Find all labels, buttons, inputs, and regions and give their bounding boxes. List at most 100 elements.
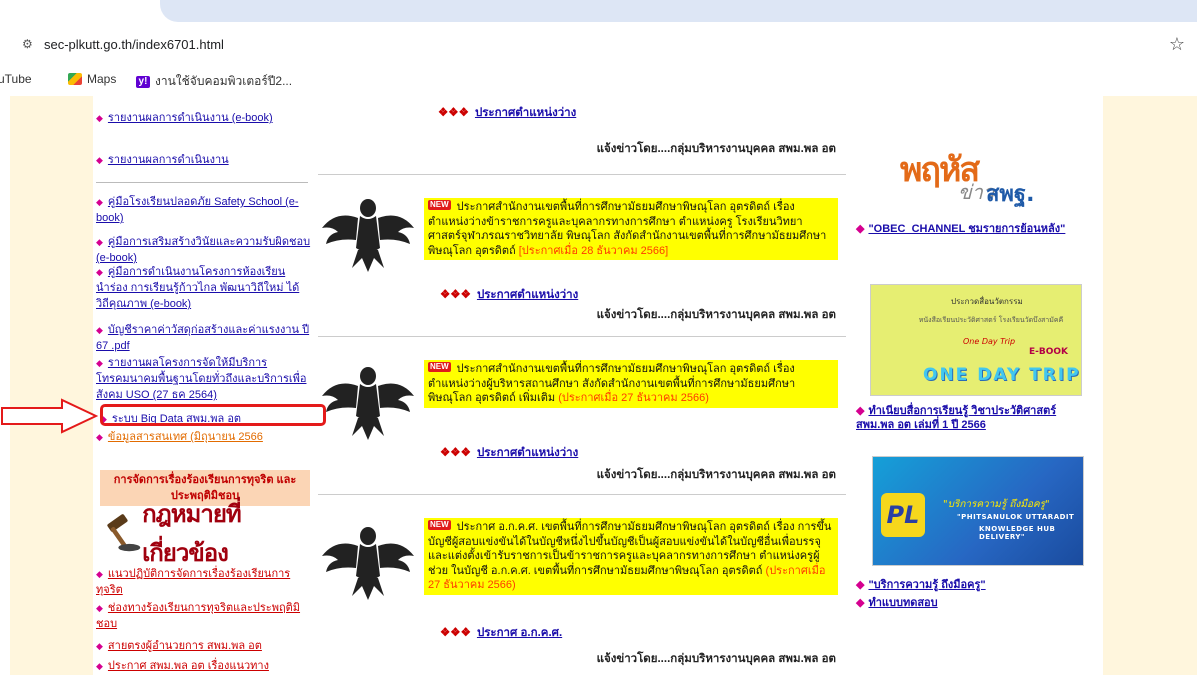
law-banner[interactable]: กฎหมายที่เกี่ยวข้อง <box>102 499 310 567</box>
obec-news-logo[interactable]: พฤหัส ข่าว สพฐ. <box>900 138 1040 208</box>
banner-sub: KNOWLEDGE HUB DELIVERY" <box>979 525 1056 541</box>
post-link-text[interactable]: ประกาศ อ.ก.ค.ศ. <box>477 627 562 639</box>
menu-item[interactable]: ◆ รายงานผลโครงการจัดให้มีบริการโทรคมนาคมพ… <box>96 355 311 403</box>
menu-item[interactable]: ◆ แนวปฏิบัติการจัดการเรื่องร้องเรียนการทุ… <box>96 566 311 598</box>
menu-item[interactable]: ◆ ช่องทางร้องเรียนการทุจริตและประพฤติมิชอ… <box>96 600 311 632</box>
ebook-label: E-BOOK <box>1029 347 1069 357</box>
diamond-bullet-icon: ◆ <box>96 358 103 368</box>
menu-item[interactable]: ◆ บัญชีราคาค่าวัสดุก่อสร้างและค่าแรงงาน ป… <box>96 322 311 354</box>
menu-item[interactable]: ◆ คู่มือการดำเนินงานโครงการห้องเรียนนำร่อ… <box>96 264 311 312</box>
menu-item[interactable]: ◆ รายงานผลการดำเนินงาน <box>96 152 311 168</box>
tab-strip <box>0 0 1197 22</box>
quiz-link[interactable]: ◆ ทำแบบทดสอบ <box>856 596 1096 610</box>
banner-sub: "PHITSANULOK UTTARADIT <box>957 513 1075 521</box>
menu-link[interactable]: ช่องทางร้องเรียนการทุจริตและประพฤติมิชอบ <box>96 602 300 630</box>
link-text[interactable]: ทำแบบทดสอบ <box>868 597 937 609</box>
post-link[interactable]: ❖❖❖ ประกาศตำแหน่งว่าง <box>438 104 576 122</box>
stars-icon: ❖❖❖ <box>440 627 471 639</box>
menu-link[interactable]: รายงานผลการดำเนินงาน <box>108 154 229 166</box>
post-link-text[interactable]: ประกาศตำแหน่งว่าง <box>477 447 578 459</box>
logo-sub: สพฐ. <box>986 182 1035 207</box>
obec-channel-link[interactable]: ◆ "OBEC_CHANNEL ชมรายการย้อนหลัง" <box>856 222 1096 236</box>
menu-item[interactable]: ◆ สายตรงผู้อำนวยการ สพม.พล อต <box>96 638 311 654</box>
diamond-bullet-icon: ◆ <box>96 432 103 442</box>
divider <box>318 494 846 495</box>
divider <box>318 336 846 337</box>
post-link[interactable]: ❖❖❖ ประกาศ อ.ก.ค.ศ. <box>440 624 562 642</box>
garuda-emblem-icon <box>322 527 414 600</box>
pl-logo: PL <box>881 493 925 537</box>
menu-item[interactable]: ◆ รายงานผลการดำเนินงาน (e-book) <box>96 110 311 126</box>
media-catalog-link[interactable]: ◆ ทำเนียบสื่อการเรียนรู้ วิชาประวัติศาสตร… <box>856 404 1096 432</box>
diamond-bullet-icon: ◆ <box>96 113 103 123</box>
post-body[interactable]: NEW ประกาศสำนักงานเขตพื้นที่การศึกษามัธยม… <box>424 198 838 260</box>
diamond-bullet-icon: ◆ <box>96 197 103 207</box>
bookmark-yahoo[interactable]: y! งานใช้จับคอมพิวเตอร์ปี2... <box>136 72 292 91</box>
new-badge: NEW <box>428 200 451 210</box>
post-link[interactable]: ❖❖❖ ประกาศตำแหน่งว่าง <box>440 444 578 462</box>
menu-link[interactable]: รายงานผลโครงการจัดให้มีบริการโทรคมนาคมพื… <box>96 357 306 401</box>
tab-bar <box>160 0 1197 22</box>
diamond-bullet-icon: ◆ <box>96 267 103 277</box>
link-text[interactable]: ทำเนียบสื่อการเรียนรู้ วิชาประวัติศาสตร์… <box>856 405 1056 431</box>
knowledge-hub-banner[interactable]: PL "บริการความรู้ ถึงมือครู" "PHITSANULO… <box>872 456 1084 566</box>
menu-link[interactable]: สายตรงผู้อำนวยการ สพม.พล อต <box>108 640 262 652</box>
gavel-icon <box>107 514 141 552</box>
address-bar[interactable]: ⚙ sec-plkutt.go.th/index6701.html ☆ <box>0 30 1197 62</box>
post-link-text[interactable]: ประกาศตำแหน่งว่าง <box>477 289 578 301</box>
new-badge: NEW <box>428 520 451 530</box>
post-body[interactable]: NEW ประกาศ อ.ก.ค.ศ. เขตพื้นที่การศึกษามัธ… <box>424 518 838 595</box>
diamond-bullet-icon: ◆ <box>96 661 103 671</box>
bookmark-maps[interactable]: Maps <box>68 72 116 86</box>
post-link-text[interactable]: ประกาศตำแหน่งว่าง <box>475 107 576 119</box>
menu-item[interactable]: ◆ คู่มือการเสริมสร้างวินัยและความรับผิดชอ… <box>96 234 311 266</box>
page-margin-right <box>1103 96 1197 675</box>
menu-link[interactable]: คู่มือการเสริมสร้างวินัยและความรับผิดชอบ… <box>96 236 310 264</box>
diamond-bullet-icon: ◆ <box>96 325 103 335</box>
bookmark-label: งานใช้จับคอมพิวเตอร์ปี2... <box>155 74 293 88</box>
maps-icon <box>68 73 82 85</box>
menu-link[interactable]: แนวปฏิบัติการจัดการเรื่องร้องเรียนการทุจ… <box>96 568 290 596</box>
diamond-bullet-icon: ◆ <box>96 237 103 247</box>
garuda-emblem-icon <box>322 199 414 272</box>
link-text[interactable]: "บริการความรู้ ถึงมือครู" <box>868 579 985 591</box>
post-body[interactable]: NEW ประกาศสำนักงานเขตพื้นที่การศึกษามัธยม… <box>424 360 838 408</box>
bookmark-youtube[interactable]: uTube <box>0 72 32 86</box>
bookmark-star-icon[interactable]: ☆ <box>1169 34 1185 55</box>
menu-link[interactable]: ประกาศ สพม.พล อต เรื่องแนวทาง <box>108 660 269 672</box>
diamond-bullet-icon: ◆ <box>96 569 103 579</box>
post-byline: แจ้งข่าวโดย....กลุ่มบริหารงานบุคคล สพม.พ… <box>596 469 836 481</box>
diamond-bullet-icon: ◆ <box>856 579 865 591</box>
menu-link[interactable]: คู่มือการดำเนินงานโครงการห้องเรียนนำร่อง… <box>96 266 299 310</box>
post-date: [ประกาศเมื่อ 28 ธันวาคม 2566] <box>518 244 669 257</box>
diamond-bullet-icon: ◆ <box>856 223 865 235</box>
post-byline: แจ้งข่าวโดย....กลุ่มบริหารงานบุคคล สพม.พ… <box>596 653 836 665</box>
site-settings-icon[interactable]: ⚙ <box>22 37 33 51</box>
diamond-bullet-icon: ◆ <box>96 155 103 165</box>
url-text[interactable]: sec-plkutt.go.th/index6701.html <box>44 37 224 52</box>
menu-link[interactable]: คู่มือโรงเรียนปลอดภัย Safety School (e-b… <box>96 196 299 224</box>
diamond-bullet-icon: ◆ <box>96 641 103 651</box>
diamond-bullet-icon: ◆ <box>96 603 103 613</box>
yahoo-icon: y! <box>136 75 150 88</box>
knowledge-service-link[interactable]: ◆ "บริการความรู้ ถึงมือครู" <box>856 578 1096 592</box>
post-byline: แจ้งข่าวโดย....กลุ่มบริหารงานบุคคล สพม.พ… <box>596 143 836 155</box>
banner-big-text: ONE DAY TRIP <box>923 365 1081 385</box>
menu-link[interactable]: รายงานผลการดำเนินงาน (e-book) <box>108 112 273 124</box>
one-day-trip-banner[interactable]: ประกวดสื่อนวัตกรรม หนังสือเรียนประวัติศา… <box>870 284 1082 396</box>
law-title: กฎหมายที่เกี่ยวข้อง <box>142 499 242 567</box>
banner-title: "บริการความรู้ ถึงมือครู" <box>943 499 1050 510</box>
menu-item[interactable]: ◆ ประกาศ สพม.พล อต เรื่องแนวทาง <box>96 658 311 674</box>
divider <box>318 174 846 175</box>
bookmark-label: uTube <box>0 72 32 86</box>
banner-sub: หนังสือเรียนประวัติศาสตร์ โรงเรียนวัดบึง… <box>918 316 1064 324</box>
link-text[interactable]: "OBEC_CHANNEL ชมรายการย้อนหลัง" <box>868 223 1065 235</box>
post-byline: แจ้งข่าวโดย....กลุ่มบริหารงานบุคคล สพม.พ… <box>596 309 836 321</box>
menu-item[interactable]: ◆ ข้อมูลสารสนเทศ (มิถุนายน 2566 <box>96 429 311 445</box>
menu-item[interactable]: ◆ คู่มือโรงเรียนปลอดภัย Safety School (e-… <box>96 194 311 226</box>
bookmarks-bar: uTube Maps y! งานใช้จับคอมพิวเตอร์ปี2... <box>0 66 1197 92</box>
menu-link[interactable]: ข้อมูลสารสนเทศ (มิถุนายน 2566 <box>108 431 263 443</box>
menu-link[interactable]: บัญชีราคาค่าวัสดุก่อสร้างและค่าแรงงาน ปี… <box>96 324 309 352</box>
post-link[interactable]: ❖❖❖ ประกาศตำแหน่งว่าง <box>440 286 578 304</box>
garuda-emblem-icon <box>322 367 414 440</box>
